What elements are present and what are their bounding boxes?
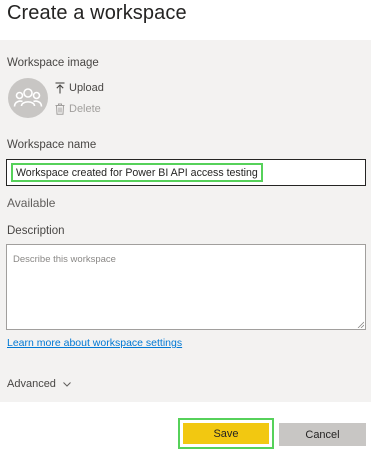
cancel-button[interactable]: Cancel (279, 423, 366, 446)
learn-more-link[interactable]: Learn more about workspace settings (7, 337, 182, 349)
workspace-name-label: Workspace name (7, 139, 97, 151)
workspace-name-field[interactable]: Workspace created for Power BI API acces… (6, 159, 366, 186)
advanced-label: Advanced (7, 378, 56, 390)
upload-icon (55, 82, 65, 94)
description-textarea[interactable]: Describe this workspace (6, 244, 366, 330)
resize-grip-icon[interactable] (357, 321, 364, 328)
workspace-name-value[interactable]: Workspace created for Power BI API acces… (11, 163, 263, 182)
dialog-header: Create a workspace (0, 0, 371, 40)
delete-label: Delete (69, 103, 101, 115)
chevron-down-icon (63, 382, 71, 387)
workspace-image-label: Workspace image (7, 57, 99, 69)
delete-button[interactable]: Delete (54, 103, 101, 115)
advanced-toggle[interactable]: Advanced (7, 378, 72, 390)
upload-label: Upload (69, 82, 104, 94)
save-button[interactable]: Save (183, 423, 269, 444)
description-label: Description (7, 225, 65, 237)
dialog-title: Create a workspace (7, 2, 187, 24)
group-avatar-icon (13, 88, 43, 107)
workspace-avatar (8, 78, 48, 118)
name-availability-status: Available (7, 196, 56, 210)
description-placeholder: Describe this workspace (13, 254, 116, 265)
upload-button[interactable]: Upload (54, 82, 104, 94)
save-button-highlight: Save (178, 418, 274, 449)
trash-icon (55, 103, 65, 115)
